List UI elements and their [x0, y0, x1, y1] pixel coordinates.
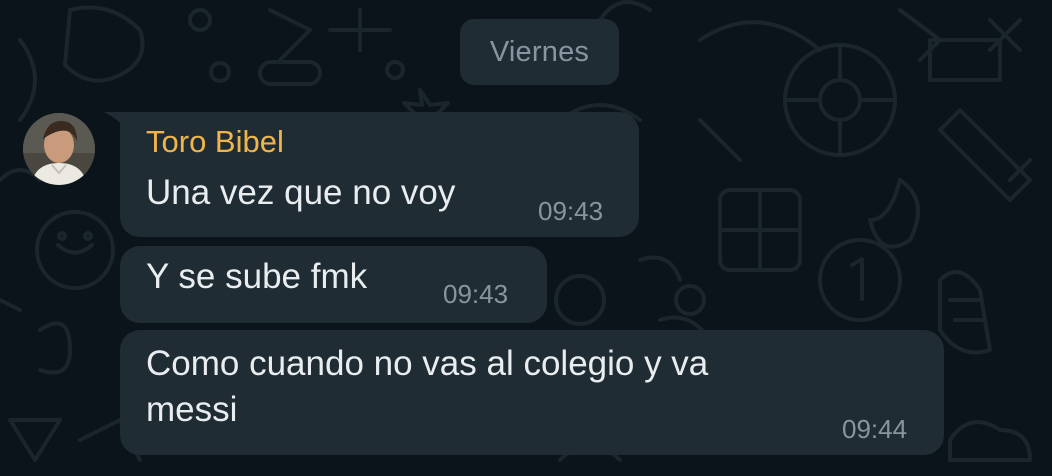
message-bubble[interactable]: Y se sube fmk 09:43 [120, 246, 547, 323]
message-text-line-2: messi [146, 390, 238, 429]
message-time: 09:44 [842, 414, 908, 444]
sender-name[interactable]: Toro Bibel [146, 124, 284, 160]
message-text: Y se sube fmk [146, 257, 368, 296]
message-time: 09:43 [443, 279, 509, 309]
date-separator: Viernes [460, 19, 619, 85]
message-text-line-1: Como cuando no vas al colegio y va [146, 344, 709, 383]
user-avatar-icon [23, 113, 95, 185]
sender-avatar[interactable] [23, 113, 95, 185]
message-time: 09:43 [538, 196, 604, 226]
message-bubble[interactable]: Como cuando no vas al colegio y va messi… [120, 330, 944, 455]
message-text: Una vez que no voy [146, 173, 456, 212]
message-bubble[interactable]: Toro Bibel Una vez que no voy 09:43 [120, 112, 639, 237]
